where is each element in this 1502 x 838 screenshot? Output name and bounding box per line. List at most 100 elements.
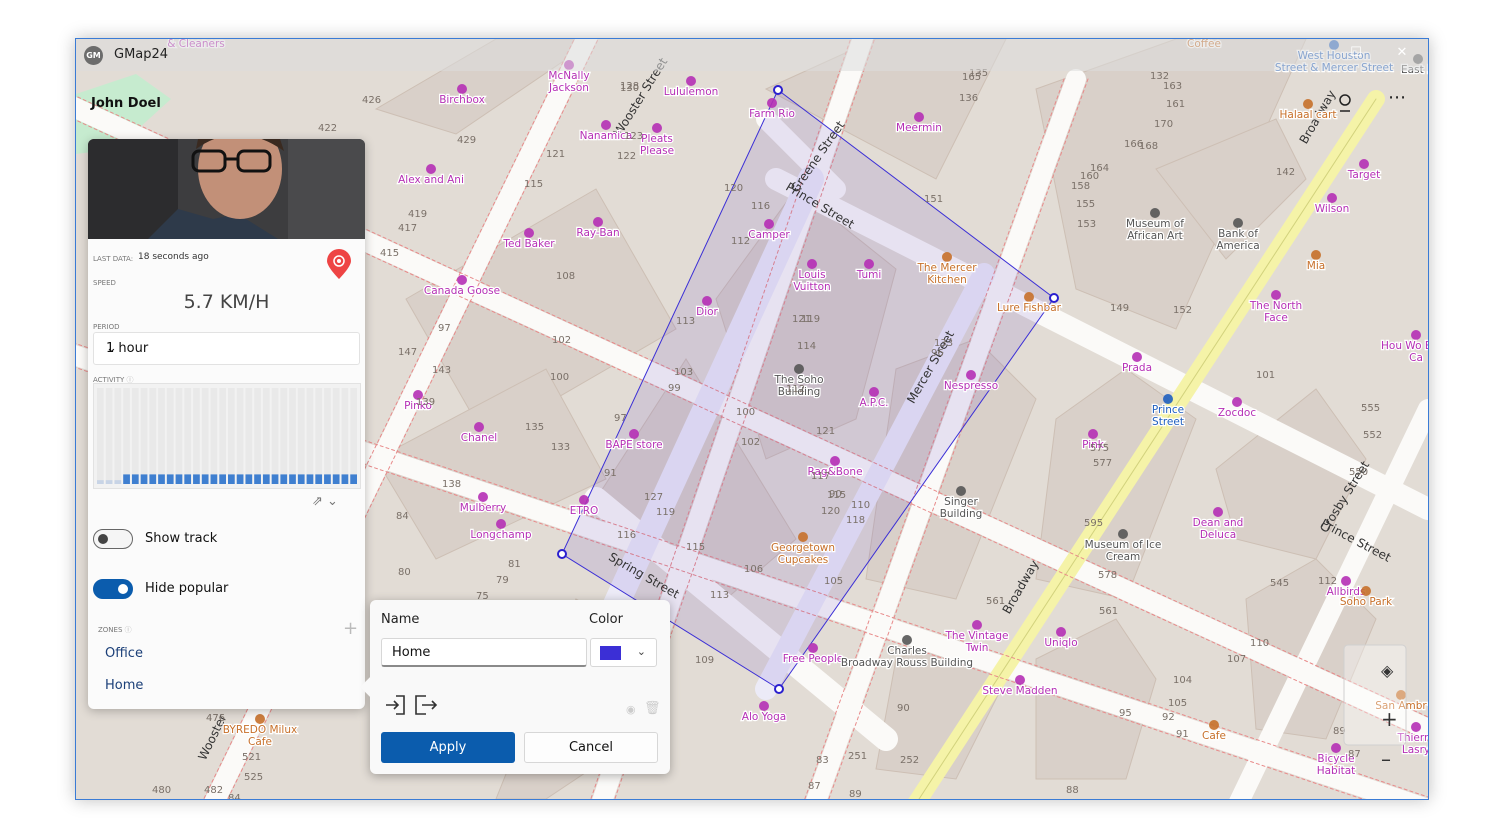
period-dropdown[interactable]: 1 hour ⌄ bbox=[93, 332, 360, 365]
poi-label[interactable]: A.P.C. bbox=[858, 396, 890, 411]
apply-button[interactable]: Apply bbox=[381, 732, 515, 763]
close-button[interactable]: ✕ bbox=[1392, 45, 1412, 60]
poi-icon[interactable] bbox=[601, 120, 611, 130]
poi-label[interactable]: Free People bbox=[781, 652, 844, 667]
poi-label[interactable]: Chanel bbox=[460, 431, 499, 446]
poi-icon[interactable] bbox=[1024, 292, 1034, 302]
poi-label[interactable]: McNally bbox=[547, 69, 591, 84]
poi-icon[interactable] bbox=[702, 296, 712, 306]
poi-label[interactable]: BYREDO Milux bbox=[222, 723, 299, 738]
export-icon[interactable] bbox=[414, 694, 438, 716]
poi-icon[interactable] bbox=[794, 364, 804, 374]
visibility-icon[interactable]: ◉ bbox=[626, 703, 636, 716]
poi-label[interactable]: Lasry bbox=[1401, 743, 1428, 758]
add-zone-icon[interactable]: + bbox=[343, 618, 358, 639]
poi-icon[interactable] bbox=[1056, 627, 1066, 637]
poi-label[interactable]: Twin bbox=[963, 641, 989, 656]
zoom-out-icon[interactable]: – bbox=[1381, 747, 1391, 771]
maximize-button[interactable]: ☐ bbox=[1346, 45, 1366, 60]
poi-icon[interactable] bbox=[1271, 290, 1281, 300]
poi-label[interactable]: Face bbox=[1263, 311, 1289, 326]
poi-label[interactable]: Habitat bbox=[1315, 764, 1356, 779]
poi-icon[interactable] bbox=[474, 422, 484, 432]
zone-name-input[interactable] bbox=[381, 638, 587, 667]
poi-icon[interactable] bbox=[966, 370, 976, 380]
poi-icon[interactable] bbox=[798, 532, 808, 542]
zone-item-home[interactable]: Home bbox=[105, 678, 143, 693]
poi-label[interactable]: Jackson bbox=[547, 81, 590, 96]
zone-vertex[interactable] bbox=[1049, 293, 1059, 303]
poi-icon[interactable] bbox=[759, 701, 769, 711]
poi-icon[interactable] bbox=[1088, 429, 1098, 439]
share-icon[interactable]: ⇗ bbox=[312, 494, 323, 509]
poi-label[interactable]: Kitchen bbox=[926, 273, 968, 288]
poi-label[interactable]: Canada Goose bbox=[423, 284, 502, 299]
poi-icon[interactable] bbox=[255, 714, 265, 724]
poi-label[interactable]: Ray-Ban bbox=[575, 226, 621, 241]
poi-label[interactable]: Ca bbox=[1408, 351, 1424, 366]
poi-icon[interactable] bbox=[1233, 218, 1243, 228]
minimize-button[interactable]: – bbox=[1300, 45, 1320, 60]
poi-icon[interactable] bbox=[1411, 330, 1421, 340]
poi-icon[interactable] bbox=[1341, 576, 1351, 586]
poi-label[interactable]: Cafe bbox=[247, 735, 273, 750]
poi-icon[interactable] bbox=[1359, 159, 1369, 169]
poi-label[interactable]: Lululemon bbox=[662, 85, 719, 100]
poi-label[interactable]: Deluca bbox=[1199, 528, 1238, 543]
poi-icon[interactable] bbox=[524, 228, 534, 238]
poi-icon[interactable] bbox=[808, 643, 818, 653]
poi-label[interactable]: Bank of bbox=[1217, 227, 1260, 242]
poi-label[interactable]: Meermin bbox=[895, 121, 943, 136]
poi-icon[interactable] bbox=[1150, 208, 1160, 218]
poi-label[interactable]: African Art bbox=[1126, 229, 1184, 244]
poi-label[interactable]: ETRO bbox=[568, 504, 599, 519]
poi-icon[interactable] bbox=[914, 112, 924, 122]
poi-icon[interactable] bbox=[1132, 352, 1142, 362]
poi-icon[interactable] bbox=[869, 387, 879, 397]
zone-item-office[interactable]: Office bbox=[105, 646, 143, 661]
poi-label[interactable]: Cafe bbox=[1201, 729, 1227, 744]
poi-icon[interactable] bbox=[1232, 397, 1242, 407]
hide-popular-toggle[interactable] bbox=[93, 579, 133, 599]
more-options-icon[interactable]: ⋯ bbox=[1388, 87, 1407, 108]
poi-icon[interactable] bbox=[1331, 743, 1341, 753]
cancel-button[interactable]: Cancel bbox=[524, 732, 658, 763]
poi-label[interactable]: Vuitton bbox=[792, 280, 832, 295]
poi-label[interactable]: Pleats bbox=[640, 132, 674, 147]
poi-label[interactable]: Target bbox=[1346, 168, 1382, 183]
poi-label[interactable]: Cupcakes bbox=[777, 553, 830, 568]
poi-label[interactable]: Museum of bbox=[1125, 217, 1186, 232]
poi-label[interactable]: Alex and Ani bbox=[397, 173, 465, 188]
poi-label[interactable]: Cream bbox=[1104, 550, 1141, 565]
zone-vertex[interactable] bbox=[774, 684, 784, 694]
poi-icon[interactable] bbox=[1213, 507, 1223, 517]
poi-label[interactable]: Soho Park bbox=[1339, 595, 1395, 610]
poi-icon[interactable] bbox=[457, 84, 467, 94]
zoom-in-icon[interactable]: + bbox=[1381, 707, 1398, 731]
poi-label[interactable]: Wilson bbox=[1313, 202, 1350, 217]
poi-label[interactable]: The Vintage bbox=[943, 629, 1010, 644]
poi-icon[interactable] bbox=[1327, 193, 1337, 203]
poi-icon[interactable] bbox=[1311, 250, 1321, 260]
poi-icon[interactable] bbox=[830, 456, 840, 466]
poi-icon[interactable] bbox=[457, 275, 467, 285]
show-track-toggle[interactable] bbox=[93, 529, 133, 549]
poi-icon[interactable] bbox=[426, 164, 436, 174]
poi-icon[interactable] bbox=[767, 98, 777, 108]
poi-icon[interactable] bbox=[593, 217, 603, 227]
poi-icon[interactable] bbox=[942, 252, 952, 262]
poi-icon[interactable] bbox=[1411, 722, 1421, 732]
poi-label[interactable]: Lure Fishbar bbox=[996, 301, 1063, 316]
poi-icon[interactable] bbox=[629, 429, 639, 439]
poi-label[interactable]: Building bbox=[938, 507, 983, 522]
poi-label[interactable]: The North bbox=[1248, 299, 1304, 314]
chevron-down-icon[interactable]: ⌄ bbox=[327, 494, 338, 509]
poi-label[interactable]: Prada bbox=[1121, 361, 1154, 376]
poi-label[interactable]: Prince bbox=[1151, 403, 1186, 418]
poi-icon[interactable] bbox=[1015, 675, 1025, 685]
poi-icon[interactable] bbox=[1209, 720, 1219, 730]
poi-label[interactable]: Camper bbox=[747, 228, 792, 243]
poi-icon[interactable] bbox=[579, 495, 589, 505]
poi-label[interactable]: The Mercer bbox=[915, 261, 978, 276]
poi-icon[interactable] bbox=[956, 486, 966, 496]
